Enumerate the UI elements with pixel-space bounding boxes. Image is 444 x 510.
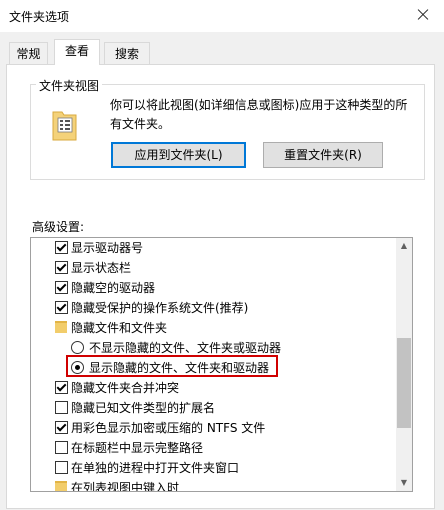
checkbox-icon[interactable] (55, 381, 68, 394)
list-item-label: 隐藏已知文件类型的扩展名 (71, 401, 216, 415)
list-group-label: 隐藏文件和文件夹 (71, 321, 168, 335)
vertical-scrollbar[interactable]: ▲ ▼ (396, 238, 412, 491)
checkbox-icon[interactable] (55, 261, 68, 274)
highlight-box (66, 355, 278, 377)
list-item-label: 隐藏空的驱动器 (71, 281, 156, 295)
scroll-down-icon[interactable]: ▼ (396, 475, 412, 491)
title-bar: 文件夹选项 (0, 0, 444, 32)
tab-search[interactable]: 搜索 (104, 42, 150, 64)
list-item-label: 隐藏文件夹合并冲突 (71, 381, 180, 395)
tab-view[interactable]: 查看 (54, 39, 100, 65)
tab-general[interactable]: 常规 (9, 42, 48, 64)
checkbox-icon[interactable] (55, 241, 68, 254)
list-item-label: 显示状态栏 (71, 261, 132, 275)
description-line-2: 有文件夹。 (110, 117, 171, 131)
description-line-1: 你可以将此视图(如详细信息或图标)应用于这种类型的所 (110, 98, 408, 112)
window-title: 文件夹选项 (9, 10, 70, 24)
checkbox-icon[interactable] (55, 301, 68, 314)
apply-to-folders-button[interactable]: 应用到文件夹(L) (111, 142, 246, 168)
advanced-settings-label: 高级设置: (32, 220, 85, 234)
reset-folders-button[interactable]: 重置文件夹(R) (263, 142, 383, 168)
folder-icon (55, 321, 67, 333)
folder-icon (55, 481, 67, 491)
radio-icon[interactable] (71, 341, 84, 354)
list-item-label: 显示驱动器号 (71, 241, 144, 255)
close-icon[interactable] (410, 4, 436, 26)
list-item-label: 用彩色显示加密或压缩的 NTFS 文件 (71, 421, 266, 435)
list-item-label: 隐藏受保护的操作系统文件(推荐) (71, 301, 249, 315)
checkbox-icon[interactable] (55, 401, 68, 414)
list-group-label: 在列表视图中键入时 (71, 481, 180, 492)
scroll-up-icon[interactable]: ▲ (396, 238, 412, 254)
checkbox-icon[interactable] (55, 441, 68, 454)
checkbox-icon[interactable] (55, 461, 68, 474)
folder-views-description: 你可以将此视图(如详细信息或图标)应用于这种类型的所 有文件夹。 (110, 96, 415, 134)
list-item-label: 在标题栏中显示完整路径 (71, 441, 204, 455)
folder-icon (52, 111, 77, 141)
folder-views-title: 文件夹视图 (36, 77, 103, 94)
checkbox-icon[interactable] (55, 281, 68, 294)
list-item-label: 在单独的进程中打开文件夹窗口 (71, 461, 240, 475)
checkbox-icon[interactable] (55, 421, 68, 434)
scrollbar-thumb[interactable] (397, 338, 411, 428)
